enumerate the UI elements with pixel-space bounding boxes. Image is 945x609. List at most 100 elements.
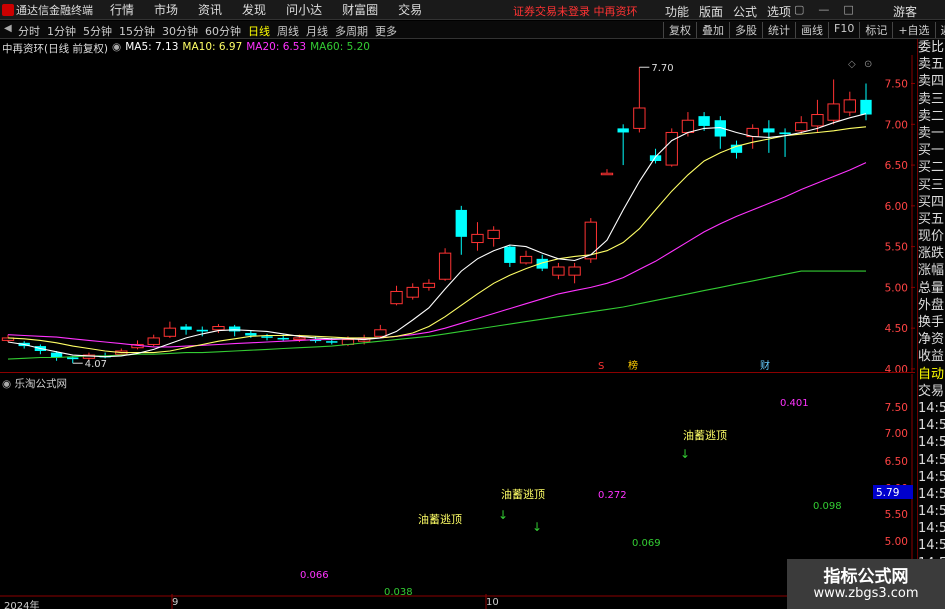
login-warning[interactable]: 证券交易未登录 中再资环 [513,3,638,19]
panel-label: 卖一 [918,125,945,141]
candle-body [163,327,177,337]
panel-label: 卖三 [918,91,945,107]
maximize-icon[interactable]: □ [843,3,853,16]
menu-item-formula[interactable]: 公式 [733,3,757,20]
date-label-year: 2024年 [4,601,40,609]
menu-items: 行情 市场 资讯 发现 问小达 财富圈 交易 [110,1,422,18]
candle-body [487,229,500,239]
ma20-value: MA20: 6.53 [246,41,307,53]
indicator-value: 0.272 [598,490,627,501]
tool-f10[interactable]: F10 [828,22,859,38]
candle-body [665,131,678,166]
panel-label: 14:56 [918,418,945,434]
signal-label: 油蓄逃顶 [683,428,727,442]
candle-body [827,103,840,121]
panel-label: 涨幅 [918,263,945,279]
candle-body [147,337,160,345]
quote-side-panel: B 1000委比卖五卖四卖三卖二卖一买一买二买三买四买五现价涨跌涨幅总量外盘换手… [917,39,945,609]
price-tick-label: 7.50 [885,79,908,91]
menu-item-trade[interactable]: 交易 [398,1,422,18]
panel-label: 总量 [918,280,945,296]
panel-label: 买三 [918,177,945,193]
tool-stats[interactable]: 统计 [762,22,795,38]
menu-item-ask[interactable]: 问小达 [286,1,322,18]
menu-item-wealth[interactable]: 财富圈 [342,1,378,18]
tab-more[interactable]: 更多 [375,23,397,39]
tab-daily[interactable]: 日线 [248,23,270,39]
candle-body [471,233,484,244]
tool-mark[interactable]: 标记 [859,22,892,38]
candle-body [228,326,241,332]
tool-draw[interactable]: 画线 [795,22,828,38]
chart-tools: 复权 叠加 多股 统计 画线 F10 标记 +自选 返回 [663,22,945,38]
menu-item-news[interactable]: 资讯 [198,1,222,18]
candle-body [180,326,192,330]
collapse-icon: ⊙ [864,59,872,70]
price-tick-label: 7.00 [885,119,908,131]
indicator-subchart[interactable]: 7.507.006.506.005.505.005.79油蓄逃顶↓油蓄逃顶↓油蓄… [0,374,915,609]
skin-icon[interactable]: ▢ [794,3,804,16]
settings-icon[interactable]: ◉ [112,41,121,56]
panel-label: 卖二 [918,108,945,124]
panel-label: 买一 [918,143,945,159]
indicator-value: 0.401 [780,398,809,409]
panel-label: 净资 [918,332,945,348]
back-arrow-icon[interactable]: ◀ [4,23,12,34]
candle-body [406,286,419,298]
diamond-icon: ◇ [848,59,856,70]
tool-back[interactable]: 返回 [934,22,945,38]
candle-body [438,252,452,280]
minimize-icon[interactable]: — [818,3,829,16]
menu-item-layout[interactable]: 版面 [699,3,723,20]
ma10-line [7,126,867,354]
high-label: 7.70 [651,63,673,74]
watermark-url: www.zbgs3.com [813,586,919,601]
panel-label: 现价 [918,229,945,245]
panel-label: 买四 [918,194,945,210]
menu-item-options[interactable]: 选项 [767,3,791,20]
menu-item-market[interactable]: 市场 [154,1,178,18]
ma20-line [7,162,867,348]
tab-multi-period[interactable]: 多周期 [335,23,368,39]
candlestick-chart[interactable]: 7.507.006.506.005.505.004.504.007.704.07… [0,55,915,373]
tab-intraday[interactable]: 分时 [18,23,40,39]
candle-body [568,266,581,276]
candle-body [681,119,695,133]
tab-15min[interactable]: 15分钟 [119,23,155,39]
tab-5min[interactable]: 5分钟 [83,23,112,39]
panel-label: 收益 [918,349,945,365]
candle-body [245,333,257,336]
indicator-value: 0.066 [300,570,329,581]
tab-1min[interactable]: 1分钟 [47,23,76,39]
period-tabs: 分时 1分钟 5分钟 15分钟 30分钟 60分钟 日线 周线 月线 多周期 更… [18,23,397,39]
guest-login[interactable]: 游客 [893,3,917,20]
panel-label: 14:56 [918,486,945,502]
panel-label: 14:56 [918,452,945,468]
down-arrow-icon: ↓ [498,508,508,522]
date-label-oct: 10 [486,597,499,608]
app-logo [2,4,14,16]
settings-icon[interactable]: ◉ [2,378,15,390]
tool-overlay[interactable]: 叠加 [696,22,729,38]
menu-item-discover[interactable]: 发现 [242,1,266,18]
panel-label: 14:56 [918,504,945,520]
tab-30min[interactable]: 30分钟 [162,23,198,39]
menu-item-function[interactable]: 功能 [665,3,689,20]
menu-bar: 通达信金融终端 行情 市场 资讯 发现 问小达 财富圈 交易 证券交易未登录 中… [0,0,945,20]
watermark-title: 指标公式网 [823,567,909,587]
tab-monthly[interactable]: 月线 [306,23,328,39]
subchart-title[interactable]: ◉ 乐淘公式网 [2,376,67,391]
menu-item-quotes[interactable]: 行情 [110,1,134,18]
tab-60min[interactable]: 60分钟 [205,23,241,39]
stock-title[interactable]: 中再资环(日线 前复权) [2,41,108,56]
tab-weekly[interactable]: 周线 [277,23,299,39]
panel-label: 买二 [918,160,945,176]
candle-body [261,336,273,338]
candle-body [504,246,516,263]
tool-add-watchlist[interactable]: +自选 [892,22,934,38]
tool-adjust[interactable]: 复权 [663,22,696,38]
candle-body [277,337,289,340]
price-tick-label: 6.50 [885,160,908,172]
tool-multi-stock[interactable]: 多股 [729,22,762,38]
price-tick-label: 4.50 [885,323,908,335]
